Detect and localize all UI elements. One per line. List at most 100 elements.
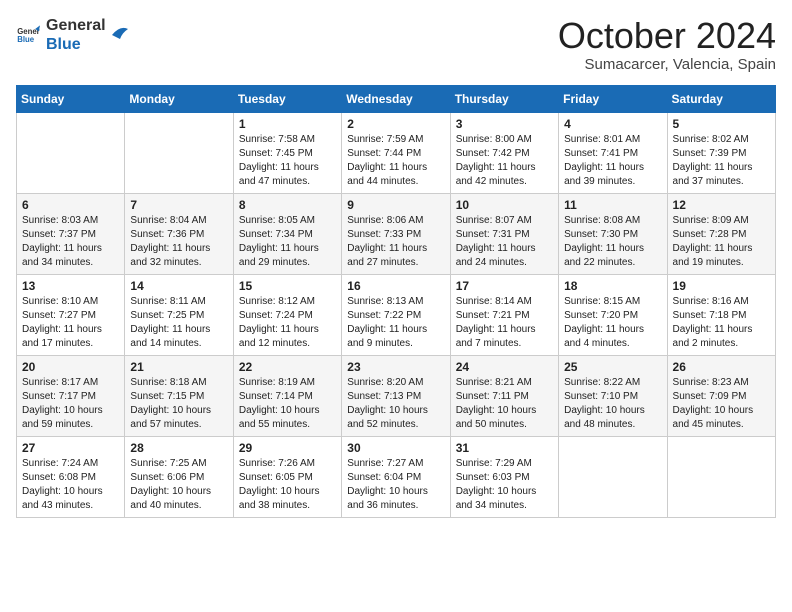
day-number: 15 [239,279,336,293]
day-info: Sunrise: 7:24 AM Sunset: 6:08 PM Dayligh… [22,457,119,513]
day-number: 13 [22,279,119,293]
calendar-cell: 15 Sunrise: 8:12 AM Sunset: 7:24 PM Dayli… [233,274,341,355]
calendar-cell: 19 Sunrise: 8:16 AM Sunset: 7:18 PM Dayli… [667,274,775,355]
day-info: Sunrise: 8:12 AM Sunset: 7:24 PM Dayligh… [239,295,336,351]
calendar-cell: 5 Sunrise: 8:02 AM Sunset: 7:39 PM Daylig… [667,112,775,193]
calendar-cell: 7 Sunrise: 8:04 AM Sunset: 7:36 PM Daylig… [125,193,233,274]
calendar-cell: 28 Sunrise: 7:25 AM Sunset: 6:06 PM Dayli… [125,436,233,517]
calendar-cell: 22 Sunrise: 8:19 AM Sunset: 7:14 PM Dayli… [233,355,341,436]
calendar-cell: 2 Sunrise: 7:59 AM Sunset: 7:44 PM Daylig… [342,112,450,193]
calendar-week-row: 20Sunrise: 8:17 AM Sunset: 7:17 PM Dayli… [17,355,776,436]
day-number: 9 [347,198,444,212]
day-info: Sunrise: 7:26 AM Sunset: 6:05 PM Dayligh… [239,457,336,513]
day-number: 10 [456,198,553,212]
calendar-cell: 1 Sunrise: 7:58 AM Sunset: 7:45 PM Daylig… [233,112,341,193]
calendar-week-row: 27Sunrise: 7:24 AM Sunset: 6:08 PM Dayli… [17,436,776,517]
calendar-week-row: 1 Sunrise: 7:58 AM Sunset: 7:45 PM Daylig… [17,112,776,193]
day-number: 17 [456,279,553,293]
day-info: Sunrise: 8:16 AM Sunset: 7:18 PM Dayligh… [673,295,770,351]
day-info: Sunrise: 7:58 AM Sunset: 7:45 PM Dayligh… [239,133,336,189]
day-info: Sunrise: 8:01 AM Sunset: 7:41 PM Dayligh… [564,133,661,189]
location-title: Sumacarcer, Valencia, Spain [558,56,776,73]
weekday-header-wednesday: Wednesday [342,85,450,112]
calendar-cell: 4 Sunrise: 8:01 AM Sunset: 7:41 PM Daylig… [559,112,667,193]
calendar-cell: 21 Sunrise: 8:18 AM Sunset: 7:15 PM Dayli… [125,355,233,436]
calendar-cell: 27Sunrise: 7:24 AM Sunset: 6:08 PM Dayli… [17,436,125,517]
day-info: Sunrise: 8:14 AM Sunset: 7:21 PM Dayligh… [456,295,553,351]
day-info: Sunrise: 8:06 AM Sunset: 7:33 PM Dayligh… [347,214,444,270]
calendar-cell [17,112,125,193]
calendar-cell: 11Sunrise: 8:08 AM Sunset: 7:30 PM Dayli… [559,193,667,274]
calendar-cell: 23 Sunrise: 8:20 AM Sunset: 7:13 PM Dayli… [342,355,450,436]
weekday-header-monday: Monday [125,85,233,112]
day-info: Sunrise: 8:09 AM Sunset: 7:28 PM Dayligh… [673,214,770,270]
day-number: 29 [239,441,336,455]
day-info: Sunrise: 8:03 AM Sunset: 7:37 PM Dayligh… [22,214,119,270]
calendar-cell [667,436,775,517]
logo-text: General Blue [46,16,106,54]
day-number: 5 [673,117,770,131]
calendar-cell: 13 Sunrise: 8:10 AM Sunset: 7:27 PM Dayli… [17,274,125,355]
day-info: Sunrise: 8:05 AM Sunset: 7:34 PM Dayligh… [239,214,336,270]
svg-text:Blue: Blue [17,35,35,44]
day-info: Sunrise: 8:20 AM Sunset: 7:13 PM Dayligh… [347,376,444,432]
calendar-cell: 18Sunrise: 8:15 AM Sunset: 7:20 PM Dayli… [559,274,667,355]
day-info: Sunrise: 8:04 AM Sunset: 7:36 PM Dayligh… [130,214,227,270]
day-number: 2 [347,117,444,131]
day-info: Sunrise: 8:18 AM Sunset: 7:15 PM Dayligh… [130,376,227,432]
calendar-cell: 16 Sunrise: 8:13 AM Sunset: 7:22 PM Dayli… [342,274,450,355]
day-number: 4 [564,117,661,131]
weekday-header-tuesday: Tuesday [233,85,341,112]
day-number: 21 [130,360,227,374]
calendar-table: SundayMondayTuesdayWednesdayThursdayFrid… [16,85,776,518]
day-info: Sunrise: 8:07 AM Sunset: 7:31 PM Dayligh… [456,214,553,270]
calendar-cell: 6Sunrise: 8:03 AM Sunset: 7:37 PM Daylig… [17,193,125,274]
day-number: 20 [22,360,119,374]
day-number: 31 [456,441,553,455]
calendar-cell: 31 Sunrise: 7:29 AM Sunset: 6:03 PM Dayli… [450,436,558,517]
weekday-header-friday: Friday [559,85,667,112]
calendar-cell: 25Sunrise: 8:22 AM Sunset: 7:10 PM Dayli… [559,355,667,436]
day-info: Sunrise: 7:29 AM Sunset: 6:03 PM Dayligh… [456,457,553,513]
day-number: 28 [130,441,227,455]
calendar-cell: 26Sunrise: 8:23 AM Sunset: 7:09 PM Dayli… [667,355,775,436]
day-info: Sunrise: 8:00 AM Sunset: 7:42 PM Dayligh… [456,133,553,189]
day-info: Sunrise: 8:19 AM Sunset: 7:14 PM Dayligh… [239,376,336,432]
day-info: Sunrise: 8:11 AM Sunset: 7:25 PM Dayligh… [130,295,227,351]
day-number: 7 [130,198,227,212]
calendar-cell: 24 Sunrise: 8:21 AM Sunset: 7:11 PM Dayli… [450,355,558,436]
day-number: 11 [564,198,661,212]
month-title: October 2024 [558,16,776,56]
day-info: Sunrise: 7:27 AM Sunset: 6:04 PM Dayligh… [347,457,444,513]
day-info: Sunrise: 7:25 AM Sunset: 6:06 PM Dayligh… [130,457,227,513]
calendar-cell: 30Sunrise: 7:27 AM Sunset: 6:04 PM Dayli… [342,436,450,517]
weekday-header-row: SundayMondayTuesdayWednesdayThursdayFrid… [17,85,776,112]
day-number: 24 [456,360,553,374]
day-number: 1 [239,117,336,131]
day-number: 19 [673,279,770,293]
title-block: October 2024 Sumacarcer, Valencia, Spain [558,16,776,73]
page-header: General Blue General Blue October 2024 S… [16,16,776,73]
calendar-cell: 17 Sunrise: 8:14 AM Sunset: 7:21 PM Dayli… [450,274,558,355]
calendar-cell: 10 Sunrise: 8:07 AM Sunset: 7:31 PM Dayli… [450,193,558,274]
day-info: Sunrise: 8:10 AM Sunset: 7:27 PM Dayligh… [22,295,119,351]
day-info: Sunrise: 8:13 AM Sunset: 7:22 PM Dayligh… [347,295,444,351]
day-number: 14 [130,279,227,293]
day-number: 12 [673,198,770,212]
calendar-cell [125,112,233,193]
calendar-cell [559,436,667,517]
day-number: 26 [673,360,770,374]
calendar-cell: 29 Sunrise: 7:26 AM Sunset: 6:05 PM Dayli… [233,436,341,517]
day-info: Sunrise: 8:21 AM Sunset: 7:11 PM Dayligh… [456,376,553,432]
calendar-cell: 8Sunrise: 8:05 AM Sunset: 7:34 PM Daylig… [233,193,341,274]
day-number: 16 [347,279,444,293]
day-number: 22 [239,360,336,374]
calendar-cell: 14 Sunrise: 8:11 AM Sunset: 7:25 PM Dayli… [125,274,233,355]
day-info: Sunrise: 8:02 AM Sunset: 7:39 PM Dayligh… [673,133,770,189]
day-number: 23 [347,360,444,374]
logo-bird-icon [110,17,130,53]
day-info: Sunrise: 7:59 AM Sunset: 7:44 PM Dayligh… [347,133,444,189]
weekday-header-thursday: Thursday [450,85,558,112]
day-number: 18 [564,279,661,293]
day-number: 3 [456,117,553,131]
